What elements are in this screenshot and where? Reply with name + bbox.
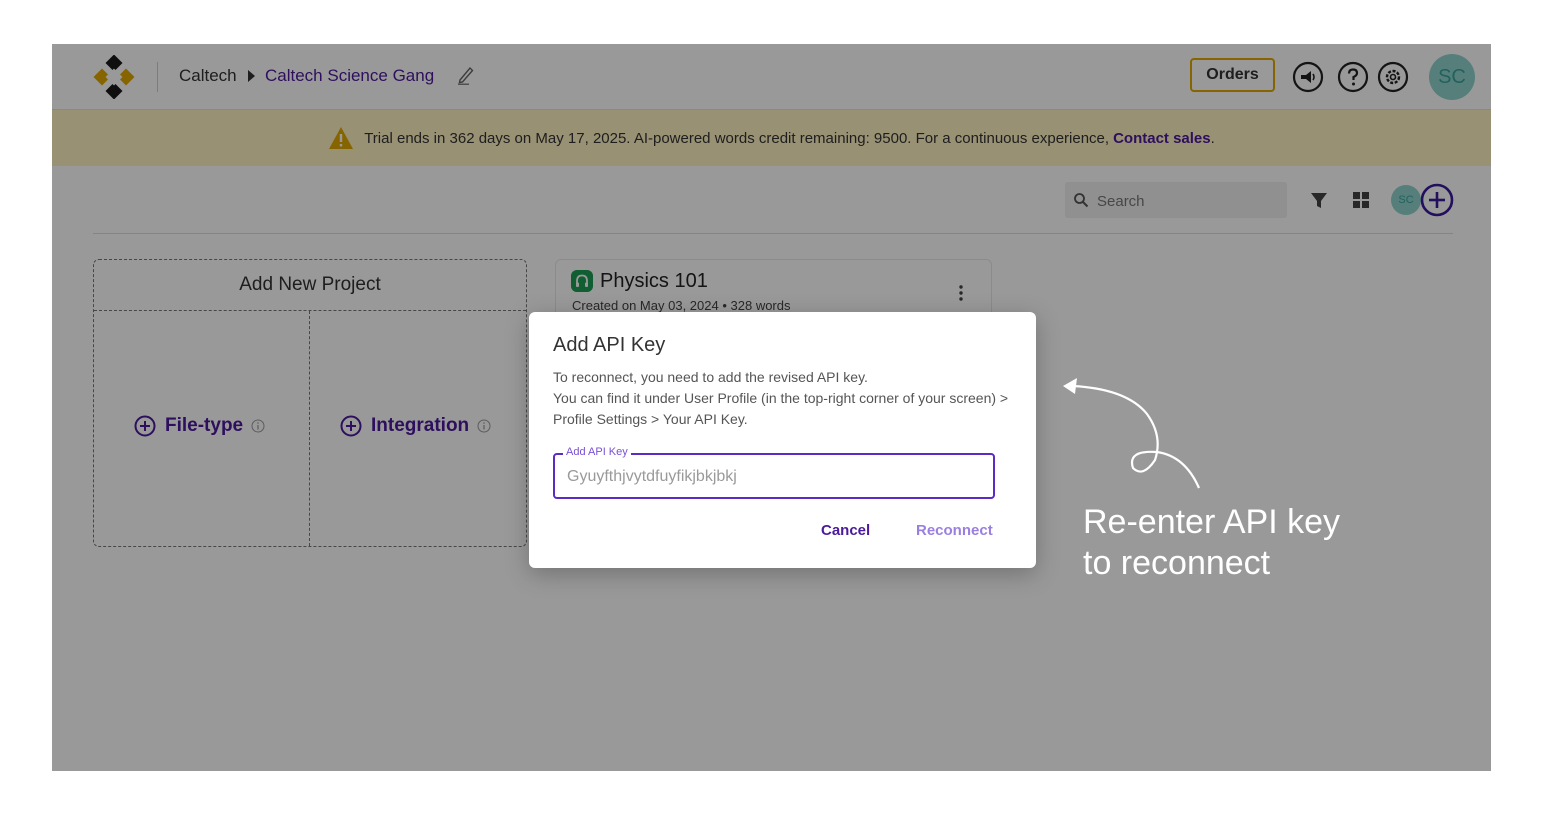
app-window: Caltech Caltech Science Gang Orders SC T… [52,44,1491,771]
dialog-description: To reconnect, you need to add the revise… [553,367,1013,430]
api-key-field[interactable]: Add API Key [553,446,995,499]
api-key-input[interactable] [565,455,989,499]
reconnect-button[interactable]: Reconnect [916,522,993,539]
dialog-title: Add API Key [553,334,666,356]
curved-arrow-icon [1063,378,1201,489]
callout-text: Re-enter API key to reconnect [1083,502,1340,584]
dialog-line-1: To reconnect, you need to add the revise… [553,369,868,385]
callout-line-1: Re-enter API key [1083,503,1341,541]
cancel-button[interactable]: Cancel [821,522,870,539]
dialog-line-2: You can find it under User Profile (in t… [553,390,1009,427]
callout-line-2: to reconnect [1083,544,1271,582]
add-api-key-dialog: Add API Key To reconnect, you need to ad… [529,312,1036,568]
